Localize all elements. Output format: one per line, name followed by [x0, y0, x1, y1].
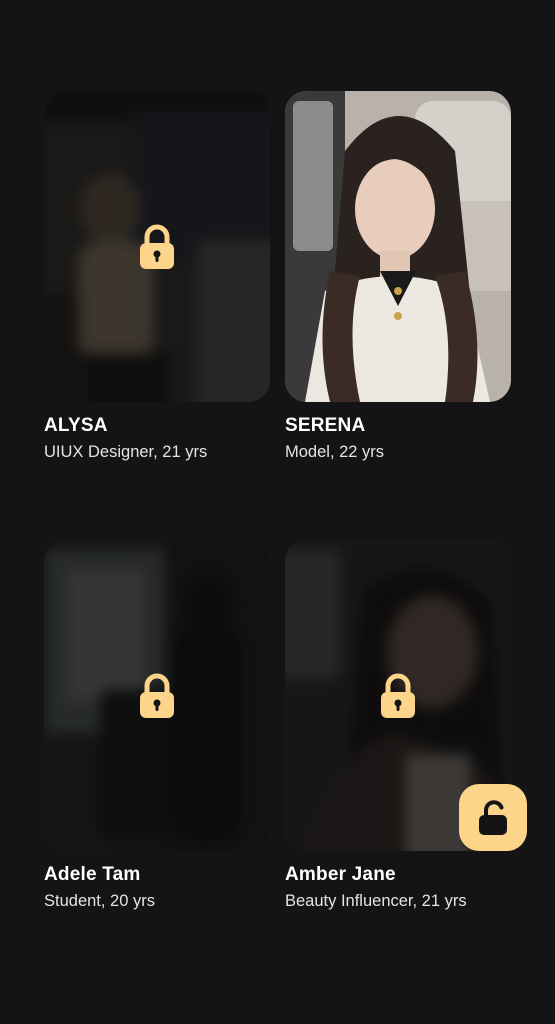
profile-subtitle: Student, 20 yrs: [44, 892, 155, 910]
profile-photo[interactable]: [285, 91, 511, 402]
profile-card-adele-tam[interactable]: Adele Tam Student, 20 yrs: [44, 540, 270, 912]
profile-card-serena[interactable]: SERENA Model, 22 yrs: [285, 91, 511, 463]
lock-icon: [140, 673, 174, 718]
profile-subtitle: UIUX Designer, 21 yrs: [44, 443, 208, 461]
lock-icon: [140, 224, 174, 269]
profile-subtitle: Beauty Influencer, 21 yrs: [285, 892, 467, 910]
unlock-icon: [479, 799, 507, 835]
portrait-photo: [285, 91, 511, 402]
profile-grid-screen: ALYSA UIUX Designer, 21 yrs SERENA Model…: [0, 0, 555, 1024]
profile-name: SERENA: [285, 415, 366, 436]
unlock-button[interactable]: [459, 784, 527, 851]
profile-subtitle: Model, 22 yrs: [285, 443, 385, 461]
profile-card-amber-jane[interactable]: Amber Jane Beauty Influencer, 21 yrs: [285, 540, 511, 912]
profile-name: Amber Jane: [285, 864, 396, 885]
profile-photo[interactable]: [44, 540, 270, 851]
lock-icon: [381, 673, 415, 718]
profile-name: Adele Tam: [44, 864, 141, 885]
profile-card-alysa[interactable]: ALYSA UIUX Designer, 21 yrs: [44, 91, 270, 463]
profile-photo[interactable]: [44, 91, 270, 402]
profile-name: ALYSA: [44, 415, 108, 436]
